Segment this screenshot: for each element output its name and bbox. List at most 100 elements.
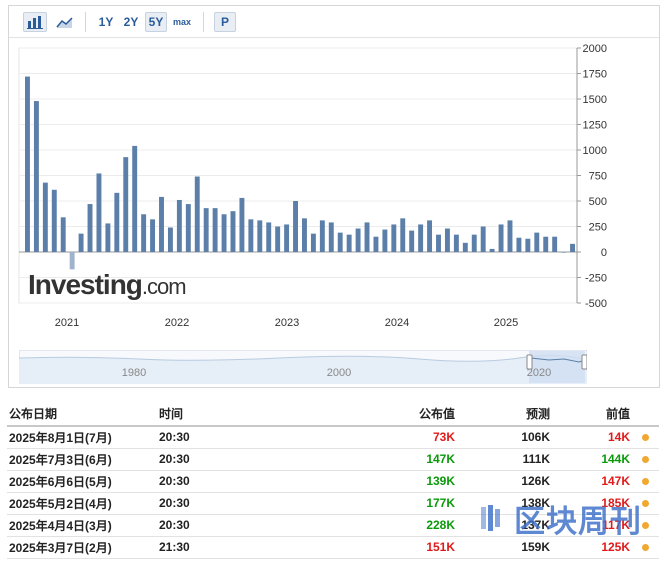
- importance-dot-icon: [642, 544, 649, 551]
- bar: [516, 237, 522, 252]
- bar: [302, 218, 307, 252]
- navigator-right-handle: [581, 354, 587, 370]
- bar: [525, 238, 531, 252]
- cell-time: 20:30: [157, 514, 297, 537]
- bar: [185, 204, 191, 252]
- y-tick-label: 2000: [583, 43, 607, 55]
- cell-date: 2025年5月2日(4月): [7, 492, 157, 515]
- range-5y-button[interactable]: 5Y: [145, 12, 167, 32]
- bar: [33, 101, 39, 252]
- bar: [96, 173, 102, 252]
- importance-dot-icon: [642, 456, 649, 463]
- bar: [167, 227, 173, 252]
- bar: [346, 234, 352, 252]
- importance-dot-icon: [642, 434, 649, 442]
- bar: [150, 219, 156, 252]
- importance-dot-icon: [642, 478, 649, 485]
- bar: [293, 201, 298, 252]
- navigator-year-2020: 2020: [527, 367, 551, 379]
- bar: [471, 234, 477, 252]
- bar: [382, 229, 388, 252]
- bar: [87, 204, 93, 252]
- x-tick-label: 2022: [165, 317, 189, 328]
- cell-actual: 228K: [297, 514, 457, 537]
- col-time: 时间: [157, 402, 297, 427]
- cell-date: 2025年4月4日(3月): [7, 514, 157, 537]
- bar: [51, 189, 57, 252]
- importance-cell: [632, 470, 659, 493]
- p-button[interactable]: P: [214, 12, 236, 32]
- range-1y-button[interactable]: 1Y: [95, 12, 117, 32]
- y-tick-label: 1750: [583, 69, 607, 81]
- importance-cell: [632, 448, 659, 471]
- x-tick-label: 2024: [385, 317, 409, 328]
- col-date: 公布日期: [7, 402, 157, 427]
- bar: [436, 234, 441, 252]
- col-actual: 公布值: [297, 402, 457, 427]
- bar: [337, 232, 343, 252]
- importance-cell: [632, 426, 659, 449]
- bar: [453, 234, 459, 252]
- bar: [462, 242, 468, 252]
- bar: [391, 224, 397, 252]
- range-2y-button[interactable]: 2Y: [120, 12, 142, 32]
- bar: [373, 236, 379, 252]
- bar: [248, 219, 254, 252]
- toolbar-separator: [203, 12, 204, 32]
- cell-actual: 147K: [297, 448, 457, 471]
- bar: [257, 220, 263, 252]
- cell-date: 2025年7月3日(6月): [7, 448, 157, 471]
- watermark: 区块周刊: [478, 496, 642, 540]
- table-row: 2025年6月6日(5月) 20:30 139K 126K 147K: [7, 470, 659, 493]
- range-max-button[interactable]: max: [170, 12, 194, 32]
- watermark-logo-icon: [481, 505, 500, 531]
- cell-actual: 151K: [297, 536, 457, 559]
- bar: [25, 76, 30, 252]
- bar: [534, 232, 540, 252]
- bar: [230, 211, 236, 252]
- bar: [498, 224, 504, 252]
- bar: [489, 248, 495, 252]
- brand-name: Investing: [28, 269, 143, 300]
- cell-forecast: 126K: [457, 470, 552, 493]
- navigator-year-2000: 2000: [327, 367, 351, 379]
- area-chart-icon[interactable]: [53, 12, 77, 32]
- importance-dot-icon: [642, 522, 649, 529]
- bar: [78, 233, 84, 252]
- bar: [141, 214, 147, 252]
- bar-chart-icon[interactable]: [23, 12, 47, 32]
- bar: [418, 224, 424, 252]
- x-tick-label: 2025: [494, 317, 518, 328]
- range-navigator[interactable]: 1980 2000 2020: [19, 350, 587, 384]
- cell-time: 20:30: [157, 470, 297, 493]
- bar: [570, 243, 575, 252]
- bar: [507, 220, 513, 252]
- bar: [239, 197, 245, 252]
- toolbar-separator: [85, 12, 86, 32]
- bar: [328, 222, 334, 252]
- col-previous: 前值: [552, 402, 632, 427]
- bar: [123, 157, 129, 252]
- bar: [266, 222, 272, 252]
- bar: [543, 236, 549, 252]
- cell-time: 20:30: [157, 448, 297, 471]
- cell-actual: 177K: [297, 492, 457, 515]
- y-tick-label: 0: [601, 247, 607, 259]
- bar: [212, 208, 218, 252]
- cell-time: 21:30: [157, 536, 297, 559]
- y-tick-label: 1250: [583, 120, 607, 132]
- y-tick-label: 1000: [583, 145, 607, 157]
- bar: [427, 220, 433, 252]
- navigator-year-1980: 1980: [122, 367, 146, 379]
- cell-time: 20:30: [157, 426, 297, 449]
- y-tick-label: 1500: [583, 94, 607, 106]
- bar: [364, 222, 370, 252]
- y-tick-label: 250: [589, 222, 607, 234]
- bar: [221, 214, 227, 252]
- bar: [42, 182, 48, 252]
- cell-time: 20:30: [157, 492, 297, 515]
- table-row: 2025年8月1日(7月) 20:30 73K 106K 14K: [7, 426, 659, 449]
- bar: [69, 252, 75, 270]
- cell-actual: 139K: [297, 470, 457, 493]
- bar: [284, 224, 290, 252]
